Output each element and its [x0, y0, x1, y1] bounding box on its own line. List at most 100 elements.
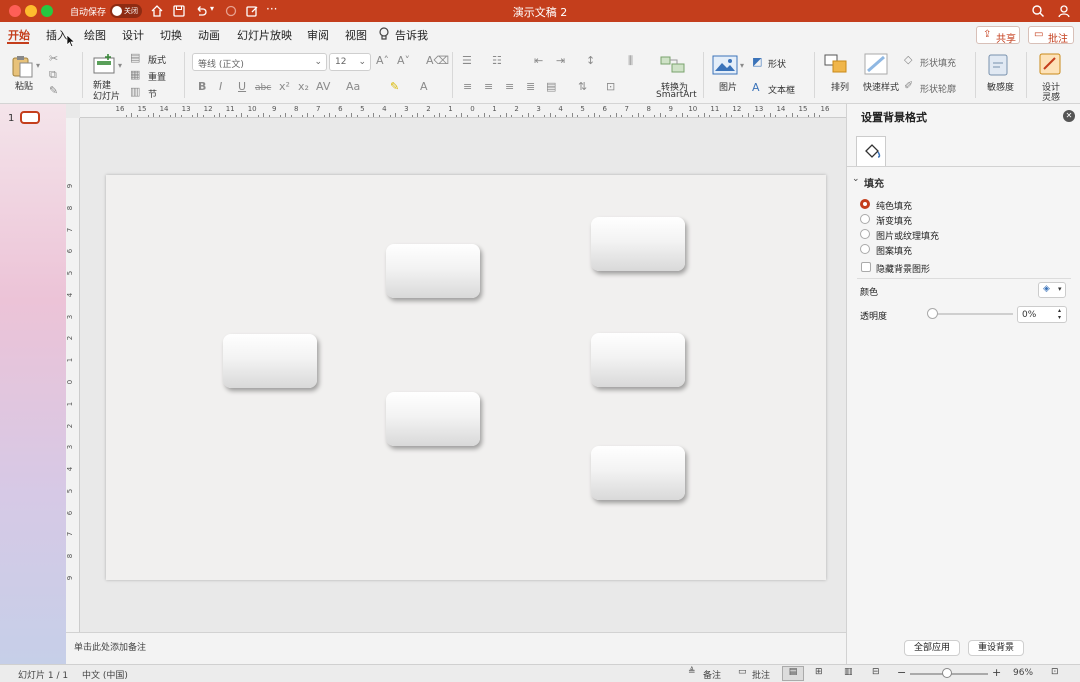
clear-format-icon[interactable]: A⌫ [426, 55, 449, 67]
layout-label[interactable]: 版式 [148, 53, 166, 66]
section-icon[interactable]: ▥ [130, 86, 140, 98]
tab-design[interactable]: 设计 [122, 27, 144, 43]
cut-icon[interactable]: ✂ [49, 53, 58, 65]
underline-button[interactable]: U [238, 81, 246, 93]
transparency-slider-thumb[interactable] [927, 308, 938, 319]
strikethrough-button[interactable]: abc [255, 82, 271, 94]
tab-animations[interactable]: 动画 [198, 27, 220, 43]
align-right-icon[interactable]: ≡ [505, 81, 514, 93]
font-size-select[interactable]: 12 ⌄ [329, 53, 371, 71]
columns-icon[interactable]: ⫼ [628, 55, 633, 67]
rounded-rectangle-shape-6[interactable] [591, 446, 685, 500]
zoom-out-icon[interactable]: − [897, 666, 906, 679]
rounded-rectangle-shape-4[interactable] [591, 217, 685, 271]
picture-fill-radio[interactable] [860, 229, 870, 239]
paste-dropdown-icon[interactable]: ▾ [36, 60, 40, 72]
rounded-rectangle-shape-1[interactable] [223, 334, 317, 388]
decrease-font-icon[interactable]: A˅ [397, 55, 410, 67]
picture-icon[interactable] [712, 54, 738, 76]
paste-icon[interactable] [10, 54, 34, 78]
tab-review[interactable]: 审阅 [307, 27, 329, 43]
format-painter-icon[interactable]: ✎ [49, 85, 58, 97]
home-icon[interactable] [150, 4, 164, 18]
customize-icon[interactable] [245, 4, 259, 18]
shapes-label[interactable]: 形状 [768, 57, 786, 70]
minimize-window-button[interactable] [25, 5, 37, 17]
tab-view[interactable]: 视图 [345, 27, 367, 43]
shape-fill-icon[interactable]: ◇ [904, 54, 912, 66]
undo-dropdown-icon[interactable]: ▾ [210, 4, 214, 13]
tab-insert[interactable]: 插入 [46, 27, 68, 43]
save-icon[interactable] [172, 4, 186, 18]
tab-transitions[interactable]: 切换 [160, 27, 182, 43]
comments-status-button[interactable]: 批注 [752, 668, 770, 681]
slide-canvas[interactable] [106, 175, 826, 580]
close-icon[interactable]: ✕ [1063, 110, 1075, 122]
zoom-slider-thumb[interactable] [942, 668, 953, 678]
more-icon[interactable]: ··· [266, 3, 277, 15]
rounded-rectangle-shape-3[interactable] [386, 392, 480, 446]
tab-slideshow[interactable]: 幻灯片放映 [237, 27, 292, 43]
superscript-button[interactable]: x² [279, 81, 290, 93]
reset-icon[interactable]: ▦ [130, 69, 140, 81]
rounded-rectangle-shape-5[interactable] [591, 333, 685, 387]
bold-button[interactable]: B [198, 81, 206, 93]
zoom-window-button[interactable] [41, 5, 53, 17]
slide-thumbnail[interactable] [20, 111, 40, 124]
reading-view-icon[interactable]: ▥ [844, 667, 853, 677]
solid-fill-radio[interactable] [860, 199, 870, 209]
line-spacing-icon[interactable]: ↕ [586, 55, 595, 67]
align-center-icon[interactable]: ≡ [484, 81, 493, 93]
apply-all-button[interactable]: 全部应用 [904, 640, 960, 656]
gradient-fill-radio[interactable] [860, 214, 870, 224]
undo-icon[interactable] [194, 4, 208, 18]
highlight-icon[interactable]: ✎ [390, 81, 399, 93]
increase-indent-icon[interactable]: ⇥ [556, 55, 565, 67]
comments-button[interactable]: ▭ 批注 [1028, 26, 1074, 45]
new-slide-dropdown-icon[interactable]: ▾ [118, 60, 122, 72]
fit-to-window-icon[interactable]: ⊡ [1051, 667, 1059, 677]
transparency-slider-track[interactable] [931, 313, 1013, 315]
shape-outline-label[interactable]: 形状轮廓 [920, 82, 956, 95]
notes-button[interactable]: 备注 [703, 668, 721, 681]
autosave-toggle[interactable]: 关闭 [110, 4, 142, 18]
italic-button[interactable]: I [219, 81, 222, 93]
quick-styles-icon[interactable] [864, 53, 890, 77]
zoom-level[interactable]: 96% [1013, 668, 1033, 678]
copy-icon[interactable]: ⧉ [49, 69, 57, 81]
font-color-icon[interactable]: A [420, 81, 428, 93]
account-icon[interactable] [1058, 4, 1072, 18]
char-spacing-button[interactable]: AV [316, 81, 330, 93]
fill-section-header[interactable]: 填充 [864, 175, 884, 190]
change-case-button[interactable]: Aa [346, 81, 360, 93]
tell-me-search[interactable]: 告诉我 [395, 27, 428, 43]
notes-pane[interactable]: 单击此处添加备注 [66, 632, 846, 664]
new-slide-icon[interactable] [92, 53, 116, 75]
color-picker-button[interactable]: ◈ ▾ [1038, 282, 1066, 298]
shape-outline-icon[interactable]: ✐ [904, 80, 913, 92]
section-label[interactable]: 节 [148, 87, 157, 100]
shapes-icon[interactable]: ◩ [752, 56, 762, 68]
align-left-icon[interactable]: ≡ [463, 81, 472, 93]
tab-home[interactable]: 开始 [8, 27, 30, 43]
font-name-select[interactable]: 等线 (正文) ⌄ [192, 53, 327, 71]
redo-icon[interactable] [224, 4, 238, 18]
reset-background-button[interactable]: 重设背景 [968, 640, 1024, 656]
hide-background-checkbox[interactable] [861, 262, 871, 272]
search-icon[interactable] [1031, 4, 1045, 18]
justify-icon[interactable]: ≣ [526, 81, 535, 93]
sensitivity-icon[interactable] [987, 53, 1009, 77]
rounded-rectangle-shape-2[interactable] [386, 244, 480, 298]
transparency-input[interactable]: 0% ▴ ▾ [1017, 306, 1067, 323]
layout-icon[interactable]: ▤ [130, 52, 140, 64]
slide-sorter-icon[interactable]: ⊞ [815, 667, 823, 677]
fill-tab[interactable] [856, 136, 886, 166]
bullets-icon[interactable]: ☰ [462, 55, 472, 67]
pattern-fill-radio[interactable] [860, 244, 870, 254]
share-button[interactable]: ⇪ 共享 [976, 26, 1020, 45]
align-text-icon[interactable]: ⊡ [606, 81, 615, 93]
decrease-indent-icon[interactable]: ⇤ [534, 55, 543, 67]
language-indicator[interactable]: 中文 (中国) [82, 668, 128, 681]
textbox-label[interactable]: 文本框 [768, 83, 795, 96]
tab-draw[interactable]: 绘图 [84, 27, 106, 43]
